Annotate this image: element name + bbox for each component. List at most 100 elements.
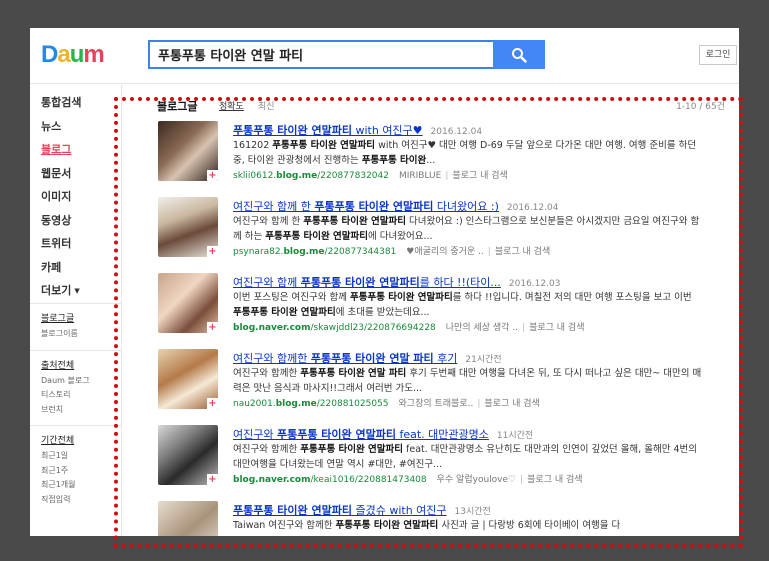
filter-option[interactable]: 최근1개월 — [41, 478, 76, 491]
result-title-text: 여진구와 — [233, 428, 277, 441]
snippet-text: 에 초대를 받았는데요... — [335, 307, 430, 318]
blog-name-link[interactable]: 우수 알럽youlove♡ — [437, 475, 516, 485]
snippet-keyword: 푸통푸통 타이완 연말 파티 — [300, 368, 407, 379]
snippet-text: Taiwan 여진구와 함께한 — [233, 520, 336, 531]
result-title-link[interactable]: 푸통푸통 타이완 연말파티 즐겼슈 with 여진구 — [233, 504, 447, 517]
url-text: /220881025055 — [316, 399, 389, 409]
snippet-keyword: 푸통푸통 타이완 연말파티 — [233, 307, 336, 318]
result-title-text: 여진구와 함께 한 — [233, 200, 315, 213]
sidebar-nav-item[interactable]: 블로그 — [41, 142, 71, 158]
result-snippet: Taiwan 여진구와 함께한 푸통푸통 타이완 연말파티 사진과 글 | 다랑… — [233, 518, 703, 536]
result-thumbnail[interactable]: + — [158, 425, 218, 485]
snippet-keyword: 푸통푸통 타이완 연말파티 — [300, 444, 403, 455]
filter-group-head[interactable]: 출처전체 — [41, 360, 74, 373]
sidebar-nav-item[interactable]: 트위터 — [41, 236, 71, 252]
results-area: 블로그글 정확도 최신 1-10 / 65건 + 푸통푸통 타이완 연말파티 wi… — [123, 85, 739, 536]
sidebar-nav-item[interactable]: 동영상 — [41, 213, 71, 229]
result-title-link[interactable]: 여진구와 푸통푸통 타이완 연말파티 feat. 대만관광명소 — [233, 428, 489, 441]
snippet-text: 여진구와 함께 한 — [233, 216, 304, 227]
sidebar-nav-item[interactable]: 더보기 ▼ — [41, 283, 80, 299]
result-title-keyword: 푸통푸통 타이완 연말파티 — [233, 124, 352, 137]
logo-letter: D — [41, 41, 58, 68]
result-title-text: 즐겼슈 with 여진구 — [351, 504, 447, 517]
result-title-link[interactable]: 여진구와 함께 한 푸통푸통 타이완 연말파티 다녀왔어요 :) — [233, 200, 499, 213]
result-meta: psynara82.blog.me/220877344381 ♥애굴리의 중거운 … — [233, 246, 733, 258]
snippet-keyword: 푸통푸통 타이완 연말파티 — [349, 292, 453, 303]
filter-option[interactable]: 브런치 — [41, 403, 63, 416]
blog-name-link[interactable]: 나만의 세상 생각 .. — [446, 323, 518, 333]
search-button[interactable] — [493, 40, 545, 69]
result-url-link[interactable]: blog.naver.com/skawjddl23/220876694228 — [233, 323, 436, 333]
sort-latest-link[interactable]: 최신 — [258, 99, 275, 112]
result-title-line: 여진구와 함께 푸통푸통 타이완 연말파티를 하다 !!(타이... 2016.1… — [233, 273, 733, 289]
blog-search-link[interactable]: 블로그 내 검색 — [495, 247, 550, 257]
result-date: 21시간전 — [465, 355, 502, 365]
result-item: + 여진구와 푸통푸통 타이완 연말파티 feat. 대만관광명소 11시간전 여진구… — [158, 425, 738, 497]
result-thumbnail[interactable]: + — [158, 273, 218, 333]
url-text: sklii0612. — [233, 171, 277, 181]
result-title-link[interactable]: 여진구와 함께한 푸통푸통 타이완 연말 파티 후기 — [233, 352, 457, 365]
result-url-link[interactable]: blog.naver.com/keai1016/220881473408 — [233, 475, 427, 485]
blog-name-link[interactable]: MIRIBLUE — [399, 171, 441, 181]
chevron-down-icon: ▼ — [74, 287, 80, 295]
sidebar-nav-label: 뉴스 — [41, 119, 62, 133]
filter-option[interactable]: 최근1주 — [41, 464, 68, 477]
blog-search-link[interactable]: 블로그 내 검색 — [484, 399, 539, 409]
result-thumbnail[interactable]: + — [158, 501, 218, 536]
filter-option[interactable]: Daum 블로그 — [41, 374, 90, 387]
result-url-link[interactable]: sklii0612.blog.me/220877832042 — [233, 171, 389, 181]
result-title-link[interactable]: 푸통푸통 타이완 연말파티 with 여진구♥ — [233, 124, 423, 137]
sidebar-nav-label: 더보기 — [41, 284, 72, 297]
url-domain: blog.me — [275, 399, 317, 409]
result-thumbnail[interactable]: + — [158, 121, 218, 181]
search-input[interactable] — [150, 42, 493, 67]
sidebar-nav-item[interactable]: 카페 — [41, 260, 61, 276]
result-title-keyword: 푸통푸통 타이완 연말파티 — [233, 504, 352, 517]
result-item: + 여진구와 함께 푸통푸통 타이완 연말파티를 하다 !!(타이... 2016.… — [158, 273, 738, 345]
filter-group-head[interactable]: 기간전체 — [41, 435, 74, 448]
url-text: /skawjddl23/220876694228 — [310, 323, 436, 333]
result-url-link[interactable]: psynara82.blog.me/220877344381 — [233, 247, 396, 257]
sidebar-nav-item[interactable]: 통합검색 — [41, 95, 81, 111]
sidebar-nav-item[interactable]: 이미지 — [41, 189, 71, 205]
blog-name-link[interactable]: 와그장의 트래블로.. — [399, 399, 474, 409]
filter-option[interactable]: 직접입력 — [41, 493, 70, 506]
result-title-keyword: 푸통푸통 타이완 연말파티 — [314, 200, 434, 213]
result-thumbnail[interactable]: + — [158, 349, 218, 409]
filter-option[interactable]: 최근1일 — [41, 449, 68, 462]
url-domain: blog.me — [276, 171, 318, 181]
url-text: nau2001. — [233, 399, 276, 409]
search-icon — [512, 47, 527, 63]
result-snippet: 161202 푸통푸통 타이완 연말파티 with 여진구♥ 대만 여행 D-6… — [233, 138, 703, 168]
snippet-text: 에 다녀왔어요... — [368, 231, 433, 242]
blog-name-link[interactable]: ♥애굴리의 중거운 .. — [406, 247, 483, 257]
result-title-text: 후기 — [433, 352, 458, 365]
snippet-text: 이번 포스팅은 여진구와 함께 — [233, 292, 350, 303]
daum-logo[interactable]: Daum — [41, 40, 105, 70]
sidebar-nav-item[interactable]: 웹문서 — [41, 166, 71, 182]
url-domain: blog.me — [283, 247, 325, 257]
result-snippet: 여진구와 함께한 푸통푸통 타이완 연말 파티 후기 두번째 대만 여행을 다녀… — [233, 366, 703, 396]
blog-search-link[interactable]: 블로그 내 검색 — [452, 171, 507, 181]
result-thumbnail[interactable]: + — [158, 197, 218, 257]
filter-option[interactable]: 티스토리 — [41, 388, 70, 401]
snippet-keyword: 푸통푸통 타이완 — [361, 155, 427, 166]
result-meta: blog.naver.com/keai1016/220881473408 우수 알… — [233, 474, 733, 486]
blog-search-link[interactable]: 블로그 내 검색 — [527, 475, 582, 485]
filter-option[interactable]: 블로그이름 — [41, 327, 78, 340]
plus-icon: + — [207, 322, 218, 333]
blog-search-link[interactable]: 블로그 내 검색 — [529, 323, 584, 333]
result-date: 2016.12.03 — [508, 279, 561, 289]
sort-accuracy-link[interactable]: 정확도 — [219, 99, 244, 112]
search-box[interactable] — [148, 40, 493, 69]
filter-group-head[interactable]: 블로그글 — [41, 313, 74, 326]
snippet-text: 사진과 글 | 다랑방 6회에 타이베이 여행을 다 — [438, 520, 621, 531]
result-count: 1-10 / 65건 — [676, 102, 725, 112]
result-url-link[interactable]: nau2001.blog.me/220881025055 — [233, 399, 389, 409]
sidebar-nav-label: 블로그 — [41, 143, 72, 156]
sidebar-nav-label: 카페 — [41, 260, 62, 274]
login-button[interactable]: 로그인 — [699, 45, 737, 65]
result-title-link[interactable]: 여진구와 함께 푸통푸통 타이완 연말파티를 하다 !!(타이... — [233, 276, 501, 289]
sidebar-nav-item[interactable]: 뉴스 — [41, 119, 61, 135]
snippet-text: 여진구와 함께한 — [233, 444, 301, 455]
